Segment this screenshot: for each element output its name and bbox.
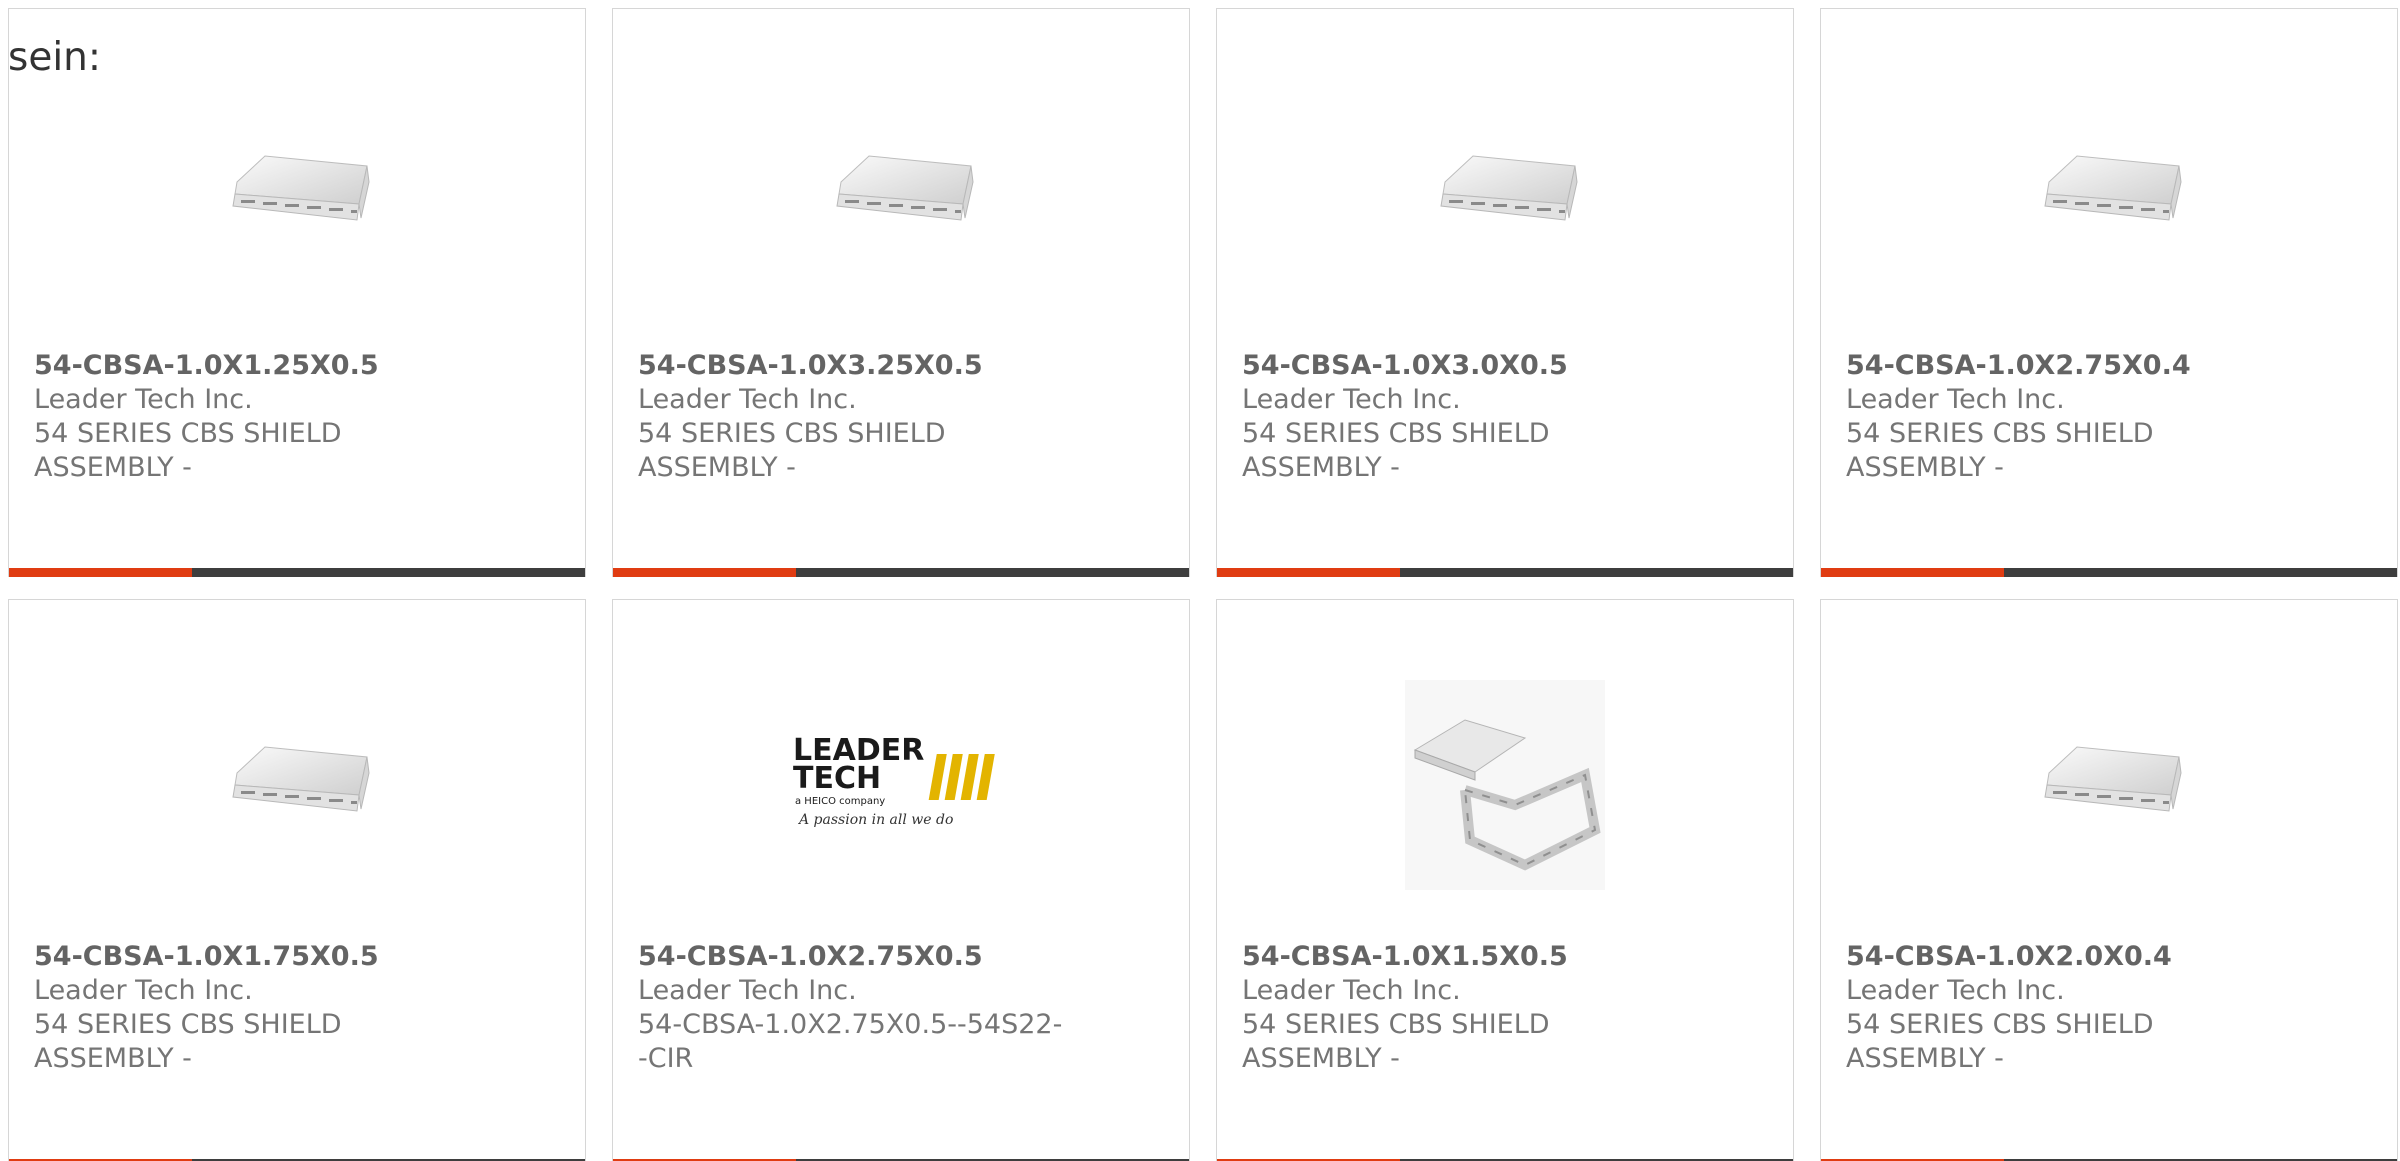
- product-image[interactable]: [1821, 79, 2397, 309]
- card-bottom-bar: [1821, 568, 2397, 577]
- product-description: 54 SERIES CBS SHIELD ASSEMBLY -: [34, 1009, 342, 1074]
- shield-tray-icon: [232, 746, 370, 812]
- product-description: 54-CBSA-1.0X2.75X0.5--54S22--CIR: [638, 1009, 1063, 1074]
- product-part-number[interactable]: 54-CBSA-1.0X2.0X0.4: [1846, 940, 2276, 974]
- product-image[interactable]: [1217, 670, 1793, 900]
- product-card[interactable]: LEADER TECH a HEICO company A passion in…: [612, 599, 1190, 1161]
- product-card[interactable]: 54-CBSA-1.0X2.75X0.4 Leader Tech Inc. 54…: [1820, 8, 2398, 577]
- product-manufacturer: Leader Tech Inc.: [34, 975, 253, 1006]
- product-manufacturer: Leader Tech Inc.: [1242, 975, 1461, 1006]
- product-manufacturer: Leader Tech Inc.: [1846, 384, 2065, 415]
- leader-tech-logo-icon: LEADER TECH a HEICO company A passion in…: [793, 733, 995, 828]
- product-part-number[interactable]: 54-CBSA-1.0X1.5X0.5: [1242, 940, 1672, 974]
- product-manufacturer: Leader Tech Inc.: [638, 975, 857, 1006]
- product-part-number[interactable]: 54-CBSA-1.0X3.0X0.5: [1242, 349, 1672, 383]
- shield-tray-icon: [1440, 155, 1578, 221]
- product-part-number[interactable]: 54-CBSA-1.0X1.25X0.5: [34, 349, 464, 383]
- card-bottom-bar: [9, 568, 585, 577]
- product-manufacturer: Leader Tech Inc.: [1242, 384, 1461, 415]
- card-accent-bar: [1821, 568, 2004, 577]
- shield-tray-icon: [232, 155, 370, 221]
- product-card[interactable]: 54-CBSA-1.0X1.25X0.5 Leader Tech Inc. 54…: [8, 8, 586, 577]
- product-description: 54 SERIES CBS SHIELD ASSEMBLY -: [1242, 1009, 1550, 1074]
- intro-text: sein:: [8, 35, 102, 80]
- product-image[interactable]: LEADER TECH a HEICO company A passion in…: [613, 670, 1189, 900]
- product-image[interactable]: [1821, 670, 2397, 900]
- product-manufacturer: Leader Tech Inc.: [1846, 975, 2065, 1006]
- shield-frame-icon: [1405, 680, 1605, 890]
- shield-tray-icon: [2044, 155, 2182, 221]
- product-card[interactable]: 54-CBSA-1.0X2.0X0.4 Leader Tech Inc. 54 …: [1820, 599, 2398, 1161]
- product-card[interactable]: 54-CBSA-1.0X1.5X0.5 Leader Tech Inc. 54 …: [1216, 599, 1794, 1161]
- card-accent-bar: [9, 568, 192, 577]
- product-description: 54 SERIES CBS SHIELD ASSEMBLY -: [1242, 418, 1550, 483]
- shield-tray-icon: [836, 155, 974, 221]
- product-part-number[interactable]: 54-CBSA-1.0X1.75X0.5: [34, 940, 464, 974]
- product-grid: 54-CBSA-1.0X1.25X0.5 Leader Tech Inc. 54…: [8, 8, 2400, 1161]
- shield-tray-icon: [2044, 746, 2182, 812]
- svg-text:a HEICO company: a HEICO company: [795, 796, 885, 807]
- product-image[interactable]: [9, 79, 585, 309]
- product-card[interactable]: 54-CBSA-1.0X3.0X0.5 Leader Tech Inc. 54 …: [1216, 8, 1794, 577]
- product-image[interactable]: [613, 79, 1189, 309]
- page: sein: 54-CBSA-1.0X1.25X0.5 Leader Tech I…: [0, 0, 2400, 1161]
- product-card[interactable]: 54-CBSA-1.0X3.25X0.5 Leader Tech Inc. 54…: [612, 8, 1190, 577]
- product-description: 54 SERIES CBS SHIELD ASSEMBLY -: [1846, 1009, 2154, 1074]
- card-bottom-bar: [613, 568, 1189, 577]
- product-manufacturer: Leader Tech Inc.: [34, 384, 253, 415]
- product-card[interactable]: 54-CBSA-1.0X1.75X0.5 Leader Tech Inc. 54…: [8, 599, 586, 1161]
- card-accent-bar: [613, 568, 796, 577]
- card-bottom-bar: [1217, 568, 1793, 577]
- svg-text:A passion in all we do: A passion in all we do: [797, 812, 953, 828]
- svg-text:TECH: TECH: [793, 761, 881, 796]
- card-accent-bar: [1217, 568, 1400, 577]
- product-description: 54 SERIES CBS SHIELD ASSEMBLY -: [1846, 418, 2154, 483]
- product-part-number[interactable]: 54-CBSA-1.0X3.25X0.5: [638, 349, 1068, 383]
- product-description: 54 SERIES CBS SHIELD ASSEMBLY -: [638, 418, 946, 483]
- product-part-number[interactable]: 54-CBSA-1.0X2.75X0.4: [1846, 349, 2276, 383]
- product-image[interactable]: [1217, 79, 1793, 309]
- product-description: 54 SERIES CBS SHIELD ASSEMBLY -: [34, 418, 342, 483]
- product-manufacturer: Leader Tech Inc.: [638, 384, 857, 415]
- product-image[interactable]: [9, 670, 585, 900]
- product-part-number[interactable]: 54-CBSA-1.0X2.75X0.5: [638, 940, 1068, 974]
